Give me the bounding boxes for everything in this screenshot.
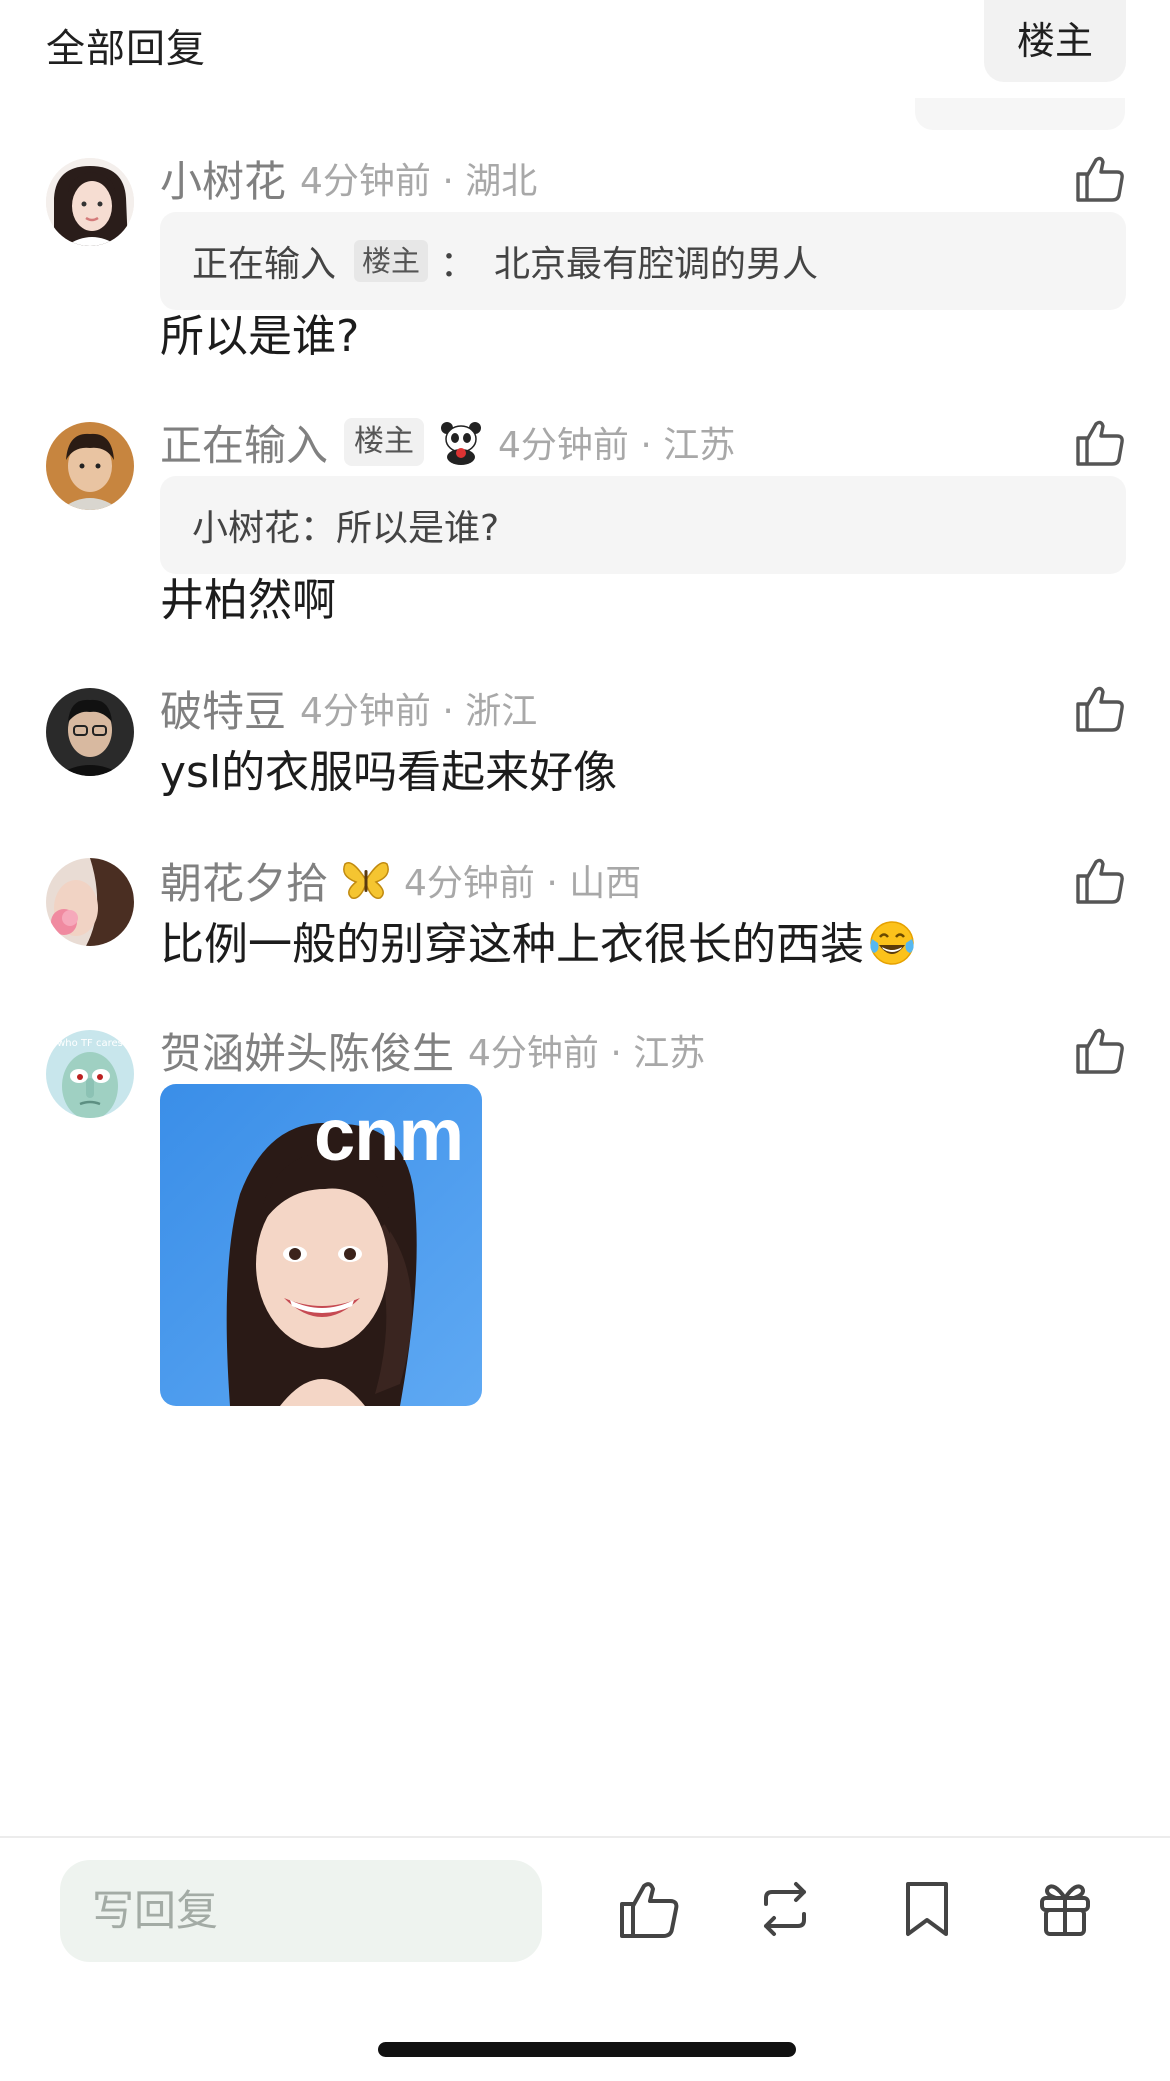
time-location: 4分钟前 · 浙江 bbox=[300, 691, 538, 732]
bookmark-icon[interactable] bbox=[894, 1876, 960, 1942]
comment-text-content: 比例一般的别穿这种上衣很长的西装 bbox=[160, 919, 864, 970]
quote-text: 北京最有腔调的男人 bbox=[494, 244, 819, 285]
previous-quote-card bbox=[915, 98, 1125, 130]
quote-text: 小树花：所以是谁? bbox=[192, 508, 500, 549]
thumbs-up-icon[interactable] bbox=[1074, 682, 1126, 734]
reply-input[interactable]: 写回复 bbox=[60, 1860, 542, 1962]
thumbs-up-icon[interactable] bbox=[1074, 854, 1126, 906]
avatar[interactable]: who TF cares bbox=[46, 1030, 134, 1118]
time-location: 4分钟前 · 山西 bbox=[404, 863, 642, 904]
header: 全部回复 楼主 bbox=[0, 0, 1170, 100]
avatar[interactable] bbox=[46, 858, 134, 946]
gift-icon[interactable] bbox=[1032, 1876, 1098, 1942]
comments-screen: 全部回复 楼主 小树花 4分钟前 · 湖北 正在输入 楼主 ： 北京最有腔调的男… bbox=[0, 0, 1170, 2081]
avatar[interactable] bbox=[46, 158, 134, 246]
username[interactable]: 贺涵姘头陈俊生 bbox=[160, 1020, 454, 1081]
thumbs-up-icon[interactable] bbox=[1074, 152, 1126, 204]
avatar[interactable] bbox=[46, 688, 134, 776]
comment-text: ysl的衣服吗看起来好像 bbox=[160, 747, 618, 798]
bottom-bar-divider bbox=[0, 1836, 1170, 1838]
sticker-caption: cnm bbox=[314, 1093, 464, 1176]
quoted-reply[interactable]: 小树花：所以是谁? bbox=[160, 476, 1126, 574]
time-location: 4分钟前 · 湖北 bbox=[300, 161, 538, 202]
comment-meta: 正在输入 楼主 4分钟前 · 江苏 bbox=[160, 412, 735, 472]
sticker-image[interactable]: cnm bbox=[160, 1084, 482, 1406]
quoted-reply[interactable]: 正在输入 楼主 ： 北京最有腔调的男人 bbox=[160, 212, 1126, 310]
op-filter-button[interactable]: 楼主 bbox=[984, 0, 1126, 82]
op-badge: 楼主 bbox=[354, 240, 429, 282]
username[interactable]: 朝花夕拾 bbox=[160, 850, 328, 911]
comment-text: 所以是谁? bbox=[160, 311, 360, 362]
quote-author: 正在输入 bbox=[192, 244, 337, 285]
op-badge: 楼主 bbox=[344, 418, 425, 466]
quote-separator: ： bbox=[440, 244, 477, 285]
comment-meta: 破特豆 4分钟前 · 浙江 bbox=[160, 678, 537, 738]
username[interactable]: 破特豆 bbox=[160, 678, 286, 739]
comment-meta: 朝花夕拾 4分钟前 · 山西 bbox=[160, 850, 641, 910]
avatar-caption: who TF cares bbox=[57, 1038, 123, 1049]
comment-meta: 小树花 4分钟前 · 湖北 bbox=[160, 148, 537, 208]
home-indicator[interactable] bbox=[378, 2042, 796, 2057]
comment-meta: 贺涵姘头陈俊生 4分钟前 · 江苏 bbox=[160, 1020, 705, 1080]
comment-text: 比例一般的别穿这种上衣很长的西装 bbox=[160, 908, 916, 978]
avatar[interactable] bbox=[46, 422, 134, 510]
time-location: 4分钟前 · 江苏 bbox=[468, 1033, 706, 1074]
butterfly-badge-icon bbox=[342, 858, 390, 902]
thumbs-up-icon[interactable] bbox=[1074, 1024, 1126, 1076]
thumbs-up-icon[interactable] bbox=[616, 1876, 682, 1942]
username[interactable]: 正在输入 bbox=[160, 412, 328, 473]
time-location: 4分钟前 · 江苏 bbox=[498, 425, 736, 466]
panda-badge-icon bbox=[438, 419, 484, 465]
username[interactable]: 小树花 bbox=[160, 148, 286, 209]
thumbs-up-icon[interactable] bbox=[1074, 416, 1126, 468]
repost-icon[interactable] bbox=[752, 1876, 818, 1942]
comment-text: 井柏然啊 bbox=[160, 575, 336, 626]
page-title: 全部回复 bbox=[46, 27, 207, 72]
tears-of-joy-emoji bbox=[868, 919, 916, 978]
